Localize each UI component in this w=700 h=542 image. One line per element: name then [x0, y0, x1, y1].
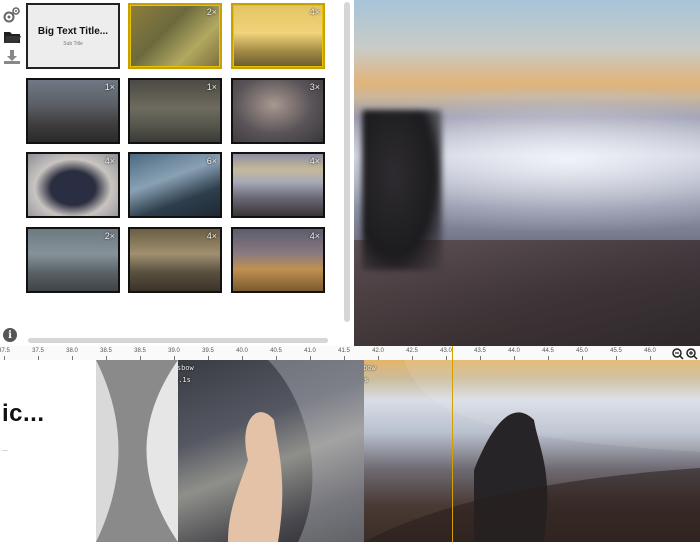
timeline-transition[interactable] — [96, 360, 178, 542]
clip-label: Crossbow — [178, 364, 194, 372]
library-thumb[interactable]: 1× — [128, 78, 222, 144]
preview-person — [362, 110, 442, 270]
tool-column: i — [0, 0, 24, 346]
ruler-tick-label: 41.5 — [338, 348, 350, 354]
thumb-count: 1× — [104, 82, 115, 92]
ruler-tick-label: 41.0 — [304, 348, 316, 354]
library-thumb[interactable]: 6× — [128, 152, 222, 218]
media-library: Big Text Title... Sub Title 2× 4× 1× 1× … — [24, 0, 352, 346]
ruler-tick-label: 44.0 — [508, 348, 520, 354]
title-card-thumb[interactable]: Big Text Title... Sub Title — [26, 3, 120, 69]
ruler-tick-label: 42.5 — [406, 348, 418, 354]
library-thumb[interactable]: 4× — [231, 227, 325, 293]
clip-title-text: ic... — [2, 400, 45, 427]
ruler-tick-label: 44.5 — [542, 348, 554, 354]
ruler-tick-label: 39.5 — [202, 348, 214, 354]
thumb-count: 2× — [104, 231, 115, 241]
thumb-count: 4× — [104, 156, 115, 166]
ruler-tick-label: 45.5 — [610, 348, 622, 354]
zoom-out-icon[interactable] — [672, 347, 684, 360]
ruler-tick-label: 46.0 — [644, 348, 656, 354]
library-horizontal-scrollbar[interactable] — [28, 338, 328, 343]
thumb-count: 2× — [206, 7, 217, 17]
library-thumb[interactable]: 2× — [26, 227, 120, 293]
thumb-count: 6× — [206, 156, 217, 166]
info-icon[interactable]: i — [3, 328, 17, 342]
ruler-tick-label: 37.5 — [0, 348, 10, 354]
ruler-tick-label: 43.5 — [474, 348, 486, 354]
clip-title-dots: ... — [2, 446, 8, 453]
timeline-clip-title[interactable]: ic... ... — [0, 360, 96, 542]
ruler-tick-label: 38.0 — [66, 348, 78, 354]
clip-label: Crossbow — [364, 364, 376, 372]
thumb-count: 1× — [206, 82, 217, 92]
thumb-count: 4× — [206, 231, 217, 241]
thumb-count: 3× — [309, 82, 320, 92]
title-card-title: Big Text Title... — [37, 25, 109, 37]
zoom-in-icon[interactable] — [686, 347, 698, 360]
library-thumb[interactable]: 4× — [231, 152, 325, 218]
timeline-ruler[interactable]: 37.5 37.5 38.0 38.5 38.5 39.0 39.5 40.0 40.5 41.0… — [0, 346, 700, 361]
library-thumb[interactable]: 4× — [26, 152, 120, 218]
library-thumb[interactable]: 3× — [231, 78, 325, 144]
library-thumb[interactable]: 4× — [128, 227, 222, 293]
ruler-tick-label: 37.5 — [32, 348, 44, 354]
ruler-tick-label: 39.0 — [168, 348, 180, 354]
library-thumb[interactable]: 1× — [26, 78, 120, 144]
ruler-tick-label: 45.0 — [576, 348, 588, 354]
ruler-tick-label: 40.5 — [270, 348, 282, 354]
download-icon[interactable] — [3, 48, 21, 66]
timeline-clip-clouds[interactable]: Crossbow 1s — [364, 360, 700, 542]
playhead[interactable] — [452, 346, 453, 542]
timeline: 37.5 37.5 38.0 38.5 38.5 39.0 39.5 40.0 40.5 41.0… — [0, 346, 700, 542]
ruler-tick-label: 42.0 — [372, 348, 384, 354]
settings-gears-icon[interactable] — [3, 6, 21, 24]
clip-duration: 1s — [364, 376, 369, 384]
timeline-track: ic... ... Crossbow 0.1s — [0, 360, 700, 542]
preview-viewer — [354, 0, 700, 346]
library-vertical-scrollbar[interactable] — [344, 2, 350, 322]
ruler-tick-label: 38.5 — [134, 348, 146, 354]
title-card-subtitle: Sub Title — [63, 40, 83, 47]
ruler-tick-label: 40.0 — [236, 348, 248, 354]
library-thumb[interactable]: 4× — [231, 3, 325, 69]
thumb-count: 4× — [309, 156, 320, 166]
thumb-count: 4× — [309, 231, 320, 241]
clip-duration: 0.1s — [178, 376, 191, 384]
ruler-tick-label: 38.5 — [100, 348, 112, 354]
timeline-clip-hand[interactable]: Crossbow 0.1s — [178, 360, 364, 542]
library-thumb[interactable]: 2× — [128, 3, 222, 69]
ruler-tick-label: 43.0 — [440, 348, 452, 354]
thumb-count: 4× — [309, 7, 320, 17]
open-folder-icon[interactable] — [3, 28, 21, 46]
